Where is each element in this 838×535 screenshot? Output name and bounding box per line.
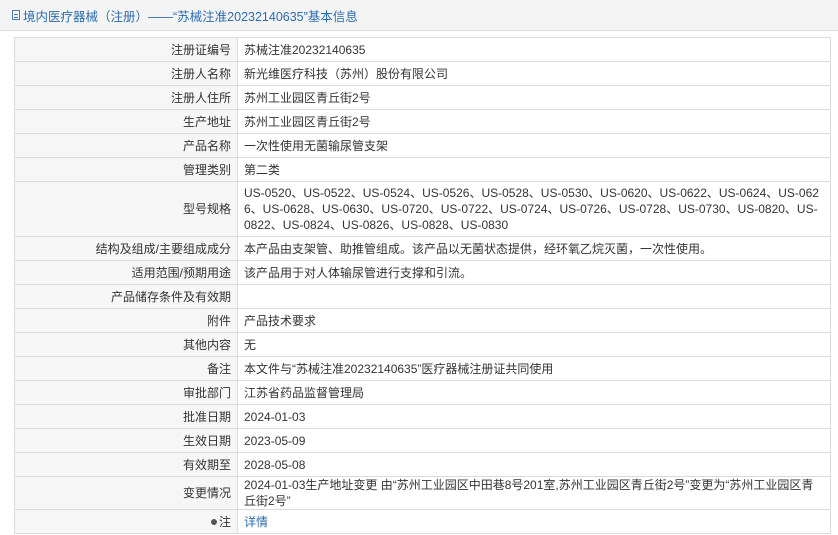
table-row: 型号规格 US-0520、US-0522、US-0524、US-0526、US-… <box>14 181 831 237</box>
table-row: 有效期至 2028-05-08 <box>14 452 831 477</box>
note-label: 注 <box>218 514 231 529</box>
row-value <box>237 284 831 309</box>
row-value: 江苏省药品监督管理局 <box>237 380 831 405</box>
table-row: 管理类别 第二类 <box>14 157 831 182</box>
table-row: 结构及组成/主要组成成分 本产品由支架管、助推管组成。该产品以无菌状态提供，经环… <box>14 236 831 261</box>
table-row: 注册人名称 新光维医疗科技（苏州）股份有限公司 <box>14 61 831 86</box>
row-value: 本文件与“苏械注准20232140635”医疗器械注册证共同使用 <box>237 356 831 381</box>
info-table: 注册证编号 苏械注准20232140635 注册人名称 新光维医疗科技（苏州）股… <box>14 37 831 534</box>
row-value: 一次性使用无菌输尿管支架 <box>237 133 831 158</box>
row-label: 审批部门 <box>14 380 238 405</box>
note-value-cell: 详情 <box>237 509 831 534</box>
table-row: 附件 产品技术要求 <box>14 308 831 333</box>
table-row: 注册人住所 苏州工业园区青丘街2号 <box>14 85 831 110</box>
row-label: 备注 <box>14 356 238 381</box>
row-label: 其他内容 <box>14 332 238 357</box>
row-label: 注册证编号 <box>14 37 238 62</box>
row-value: 新光维医疗科技（苏州）股份有限公司 <box>237 61 831 86</box>
row-label: 生产地址 <box>14 109 238 134</box>
row-value: 2024-01-03生产地址变更 由“苏州工业园区中田巷8号201室,苏州工业园… <box>237 476 831 510</box>
row-value: 苏州工业园区青丘街2号 <box>237 109 831 134</box>
row-value: US-0520、US-0522、US-0524、US-0526、US-0528、… <box>237 181 831 237</box>
details-link[interactable]: 详情 <box>244 515 268 529</box>
table-row: 变更情况 2024-01-03生产地址变更 由“苏州工业园区中田巷8号201室,… <box>14 476 831 510</box>
table-row: 审批部门 江苏省药品监督管理局 <box>14 380 831 405</box>
row-value: 2023-05-09 <box>237 428 831 453</box>
table-row: 注册证编号 苏械注准20232140635 <box>14 37 831 62</box>
row-label: 附件 <box>14 308 238 333</box>
row-value: 2028-05-08 <box>237 452 831 477</box>
document-icon <box>12 10 20 20</box>
table-row: 备注 本文件与“苏械注准20232140635”医疗器械注册证共同使用 <box>14 356 831 381</box>
row-label: 批准日期 <box>14 404 238 429</box>
row-label: 变更情况 <box>14 476 238 510</box>
table-row: 生产地址 苏州工业园区青丘街2号 <box>14 109 831 134</box>
row-label: 注册人住所 <box>14 85 238 110</box>
table-row: 产品储存条件及有效期 <box>14 284 831 309</box>
page-title: 境内医疗器械（注册）——“苏械注准20232140635”基本信息 <box>23 9 358 24</box>
row-value: 苏械注准20232140635 <box>237 37 831 62</box>
row-label: 产品储存条件及有效期 <box>14 284 238 309</box>
row-label: 管理类别 <box>14 157 238 182</box>
row-value: 第二类 <box>237 157 831 182</box>
note-icon <box>210 518 217 525</box>
row-value: 该产品用于对人体输尿管进行支撑和引流。 <box>237 260 831 285</box>
note-label-cell: 注 <box>14 509 238 534</box>
row-value: 产品技术要求 <box>237 308 831 333</box>
row-value: 苏州工业园区青丘街2号 <box>237 85 831 110</box>
row-label: 注册人名称 <box>14 61 238 86</box>
row-label: 有效期至 <box>14 452 238 477</box>
page-header: 境内医疗器械（注册）——“苏械注准20232140635”基本信息 <box>0 0 838 31</box>
row-label: 生效日期 <box>14 428 238 453</box>
table-row: 其他内容 无 <box>14 332 831 357</box>
table-row: 批准日期 2024-01-03 <box>14 404 831 429</box>
row-label: 型号规格 <box>14 181 238 237</box>
row-value: 本产品由支架管、助推管组成。该产品以无菌状态提供，经环氧乙烷灭菌，一次性使用。 <box>237 236 831 261</box>
table-row: 适用范围/预期用途 该产品用于对人体输尿管进行支撑和引流。 <box>14 260 831 285</box>
row-label: 结构及组成/主要组成成分 <box>14 236 238 261</box>
row-value: 无 <box>237 332 831 357</box>
row-value: 2024-01-03 <box>237 404 831 429</box>
table-row: 产品名称 一次性使用无菌输尿管支架 <box>14 133 831 158</box>
row-label: 适用范围/预期用途 <box>14 260 238 285</box>
info-table-wrapper: 注册证编号 苏械注准20232140635 注册人名称 新光维医疗科技（苏州）股… <box>0 31 838 534</box>
row-label: 产品名称 <box>14 133 238 158</box>
table-row: 生效日期 2023-05-09 <box>14 428 831 453</box>
note-row: 注 详情 <box>14 509 831 534</box>
